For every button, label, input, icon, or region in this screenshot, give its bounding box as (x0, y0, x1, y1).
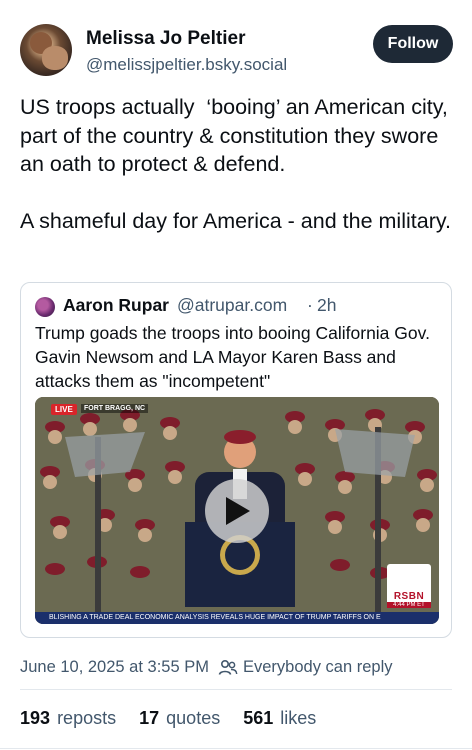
reply-setting: Everybody can reply (243, 658, 393, 676)
likes-count: 561 (243, 708, 274, 728)
likes-stat[interactable]: 561 likes (243, 708, 316, 729)
quote-timestamp[interactable]: 2h (317, 295, 336, 316)
author-avatar[interactable] (20, 24, 72, 76)
quote-author-name[interactable]: Aaron Rupar (63, 295, 169, 316)
news-ticker: BLISHING A TRADE DEAL ECONOMIC ANALYSIS … (35, 612, 439, 624)
play-icon (226, 497, 250, 525)
network-logo-text: RSBN (393, 591, 425, 602)
follow-button[interactable]: Follow (373, 25, 453, 63)
author-name[interactable]: Melissa Jo Peltier (86, 28, 245, 50)
post-text: US troops actually ‘booing’ an American … (20, 95, 451, 233)
quote-text: Trump goads the troops into booing Calif… (35, 323, 430, 391)
quote-separator: · (307, 295, 313, 315)
quoted-post[interactable]: Aaron Rupar @atrupar.com · 2h Trump goad… (20, 282, 452, 638)
bottom-divider (0, 748, 472, 749)
network-clock: 4:44 PM ET (387, 602, 431, 608)
video-location: FORT BRAGG, NC (81, 404, 149, 413)
post-stats: 193 reposts 17 quotes 561 likes (20, 708, 334, 729)
people-icon (218, 659, 238, 675)
quote-author-avatar[interactable] (35, 297, 55, 317)
quotes-stat[interactable]: 17 quotes (139, 708, 220, 729)
divider (20, 689, 452, 690)
quote-author-handle[interactable]: @atrupar.com (177, 295, 287, 316)
reposts-label: reposts (57, 708, 117, 728)
reposts-count: 193 (20, 708, 51, 728)
likes-label: likes (280, 708, 317, 728)
quotes-label: quotes (166, 708, 221, 728)
quotes-count: 17 (139, 708, 160, 728)
live-badge: LIVE (51, 404, 77, 415)
post-date: June 10, 2025 at 3:55 PM (20, 658, 209, 676)
author-handle[interactable]: @melissjpeltier.bsky.social (86, 55, 287, 75)
video-player[interactable]: LIVE FORT BRAGG, NC RSBN 4:44 PM ET BLIS… (35, 397, 439, 624)
reposts-stat[interactable]: 193 reposts (20, 708, 116, 729)
network-logo: RSBN 4:44 PM ET (387, 564, 431, 608)
play-button[interactable] (205, 479, 269, 543)
